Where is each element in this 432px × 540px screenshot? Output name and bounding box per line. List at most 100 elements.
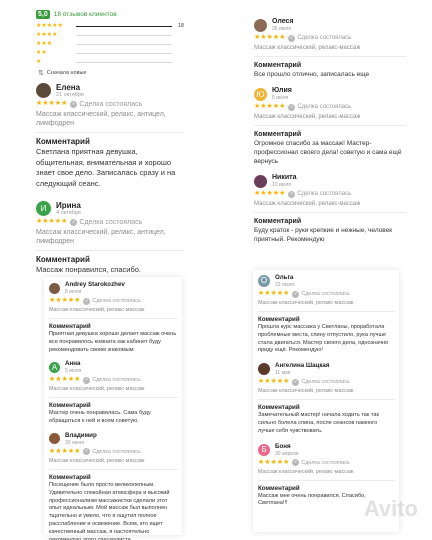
author-name[interactable]: Ирина [56, 201, 81, 210]
avatar [254, 18, 267, 32]
review-date: 5 июля [272, 95, 289, 101]
review-list: Олеся 26 июля ★★★★★ ✓ Сделка состоялась Масса… [254, 18, 406, 244]
comment-text: Огромное спасибо за массаж! Мастер-профе… [254, 140, 402, 165]
author-name[interactable]: Andrey Starokozhev [65, 281, 125, 289]
avatar [49, 433, 60, 445]
rating-summary: 5,0 18 отзывов клиентов [36, 10, 184, 19]
check-icon: ✓ [83, 448, 91, 456]
comment-text: Массаж понравился, спасибо. [36, 265, 141, 274]
review-date: 8 июля [65, 289, 82, 295]
divider [254, 56, 406, 57]
author-name[interactable]: Владимир [65, 432, 97, 440]
reviews-count-link[interactable]: 18 отзывов клиентов [54, 11, 117, 18]
rating-bar-fill [76, 25, 172, 27]
deal-status: Сделка состоялась [301, 379, 350, 386]
comment-text: Приятная девушка хорошо делает массаж оч… [49, 331, 177, 353]
review-item: Ангелина Шацкая 11 мая ★★★★★ ✓ Сделка состоя… [258, 362, 395, 435]
author-name[interactable]: Олеся [272, 18, 294, 26]
check-icon: ✓ [70, 100, 78, 108]
divider [254, 125, 406, 126]
star-rating: ★★★★★ [258, 290, 290, 297]
review-author: Ольга 23 июля [275, 274, 294, 288]
deal-status: Сделка состоялась [301, 291, 350, 297]
review-item: Никита 10 июля ★★★★★ ✓ Сделка состоялась Масс… [254, 174, 406, 244]
review-author: Олеся 26 июля [272, 18, 294, 32]
check-icon: ✓ [292, 378, 300, 386]
check-icon: ✓ [83, 376, 91, 384]
rating-bar-stars: ★★★★ [36, 32, 58, 38]
rating-bar-track [76, 61, 172, 63]
check-icon: ✓ [292, 459, 300, 467]
review-header: А Анна 5 июля [49, 360, 178, 374]
review-author: Елена 21 октября [56, 83, 84, 98]
author-name[interactable]: Юлия [272, 87, 292, 95]
review-header: О Ольга 23 июля [258, 274, 395, 288]
rating-bar-stars: ★★★ [36, 41, 53, 47]
sort-control[interactable]: ⇅ Сначала новые [38, 69, 184, 77]
review-header: Елена 21 октября [36, 83, 184, 98]
reviews-panel-top-left: 5,0 18 отзывов клиентов ★★★★★ 18 ★★★★ ★★★ ★★… [30, 6, 188, 274]
avatar: И [36, 201, 51, 216]
review-rating: ★★★★★ ✓ Сделка состоялась [258, 290, 395, 298]
review-author: Ангелина Шацкая 11 мая [275, 362, 329, 376]
star-rating: ★★★★★ [49, 297, 81, 304]
author-name[interactable]: Анна [65, 360, 81, 368]
author-name[interactable]: Никита [272, 174, 297, 182]
divider [258, 311, 395, 312]
divider [36, 250, 184, 251]
review-author: Ирина 4 октября [56, 201, 81, 216]
review-rating: ★★★★★ ✓ Сделка состоялась [258, 459, 395, 467]
review-date: 23 июля [275, 282, 295, 288]
review-item: Andrey Starokozhev 8 июля ★★★★★ ✓ Сделка сос… [49, 281, 178, 354]
author-name[interactable]: Ангелина Шацкая [275, 362, 329, 370]
comment-text: Буду краток - руки крепкие и нежные, чел… [254, 227, 393, 243]
review-item: Владимир 30 июня ★★★★★ ✓ Сделка состоялась Ма… [49, 432, 178, 540]
review-rating: ★★★★★ ✓ Сделка состоялась [49, 297, 178, 305]
author-name[interactable]: Боня [275, 443, 298, 451]
review-item: Олеся 26 июля ★★★★★ ✓ Сделка состоялась Масса… [254, 18, 406, 79]
comment-title: Комментарий [36, 137, 90, 146]
review-header: И Ирина 4 октября [36, 201, 184, 216]
rating-bar-track [76, 52, 172, 54]
service-tags: Массаж классический, релакс-массаж [49, 457, 145, 464]
author-name[interactable]: Елена [56, 83, 84, 92]
rating-bar-track [76, 34, 172, 36]
review-item: Ю Юлия 5 июля ★★★★★ ✓ Сделка состоялась Массаж… [254, 87, 406, 166]
deal-status: Сделка состоялась [79, 100, 143, 108]
sort-label: Сначала новые [46, 70, 87, 76]
review-header: Владимир 30 июня [49, 432, 178, 446]
review-rating: ★★★★★ ✓ Сделка состоялась [258, 378, 395, 386]
comment-title: Комментарий [49, 323, 91, 330]
comment-text: Посещение было просто великолепным. Удив… [49, 481, 170, 540]
star-rating: ★★★★★ [254, 103, 286, 110]
rating-bar-stars: ★★ [36, 50, 47, 56]
deal-status: Сделка состоялась [297, 191, 352, 197]
review-rating: ★★★★★ ✓ Сделка состоялась [254, 34, 406, 42]
rating-badge: 5,0 [36, 10, 50, 19]
review-list: Елена 21 октября ★★★★★ ✓ Сделка состоялась Ма… [36, 83, 184, 276]
review-rating: ★★★★★ ✓ Сделка состоялась [49, 376, 178, 384]
check-icon: ✓ [288, 103, 296, 111]
check-icon: ✓ [70, 218, 78, 226]
review-author: Анна 5 июля [65, 360, 81, 374]
author-name[interactable]: Ольга [275, 274, 294, 282]
rating-bar-row: ★★★★ [36, 32, 184, 38]
divider [36, 132, 184, 133]
service-tags: Массаж классический, релакс, антицел, ли… [36, 111, 166, 127]
check-icon: ✓ [83, 297, 91, 305]
review-list: Andrey Starokozhev 8 июля ★★★★★ ✓ Сделка сос… [49, 281, 178, 540]
divider [258, 479, 395, 481]
comment-title: Комментарий [254, 218, 302, 225]
comment-text: Все прошло отлично, записалась еще [254, 71, 370, 78]
service-tags: Массаж классический, релакс, антицел, ли… [36, 229, 166, 245]
divider [258, 399, 395, 401]
service-tags: Массаж классический, релакс-массаж [49, 307, 145, 313]
comment-title: Комментарий [254, 131, 302, 138]
rating-bar-stars: ★★★★★ [36, 23, 63, 29]
avatar [49, 282, 60, 294]
deal-status: Сделка состоялась [92, 298, 141, 304]
rating-bar-track [76, 25, 172, 27]
avatar [36, 83, 51, 98]
star-rating: ★★★★★ [258, 458, 290, 466]
avatar: Ю [254, 87, 267, 101]
